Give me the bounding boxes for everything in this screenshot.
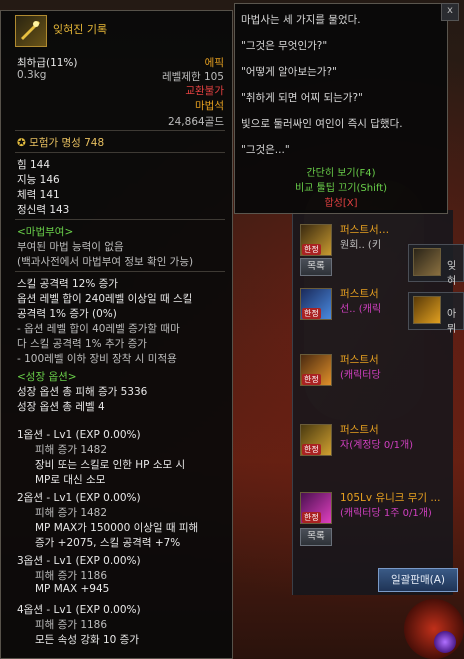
enchant-line: (백과사전에서 마법부여 정보 확인 가능) [17,256,194,268]
option-head: 1옵션 - Lv1 (EXP 0.00%) [17,429,141,441]
skill-line: 옵션 레벨 합이 240레벨 이상일 때 스킬 [17,293,193,305]
flavor-line: "그것은 무엇인가?" [241,40,328,52]
side-item-label: 아뮈 [447,309,457,335]
growth-header: <성장 옵션> [17,371,77,383]
flavor-line: 빛으로 둘러싸인 여인이 즉시 답했다. [241,118,403,130]
list-item-sub: (캐릭터당 1주 0/1개) [340,508,432,519]
enchant-header: <마법부여> [17,226,74,238]
stat-line: 정신력 143 [17,204,70,216]
option-head: 3옵션 - Lv1 (EXP 0.00%) [17,555,141,567]
fame-icon: ✪ [17,137,26,149]
list-item-sub: 선.. (캐릭 [340,304,382,315]
compare-tooltip-option[interactable]: 비교 툴팁 끄기(Shift) [235,179,447,194]
option-head: 2옵션 - Lv1 (EXP 0.00%) [17,492,141,504]
simple-view-option[interactable]: 간단히 보기(F4) [235,164,447,179]
stat-line: 지능 146 [17,174,60,186]
scene-red-glow [404,599,464,659]
option-line: MP MAX가 150000 이상일 때 피해 [35,522,199,534]
growth-line: 성장 옵션 총 레벨 4 [17,401,105,413]
item-weight: 0.3kg [17,69,47,81]
option-line: 증가 +2075, 스킬 공격력 +7% [35,537,181,549]
item-tooltip: 잊혀진 기록 최하급(11%) 에픽 0.3kg 레벨제한 105 교환불가 마… [0,10,233,659]
item-rarity: 에픽 [204,57,224,69]
option-line: MP로 대신 소모 [35,474,106,486]
scene-gem-icon [434,631,456,653]
list-item[interactable]: 한정 퍼스트서 자(계정당 0/1개) [296,418,456,482]
option-line: 피해 증가 1482 [35,444,108,456]
option-line: 피해 증가 1186 [35,570,108,582]
skill-line: 공격력 1% 증가 (0%) [17,308,117,320]
item-title: 잊혀진 기록 [53,23,108,36]
limited-badge: 한정 [302,308,321,319]
list-item-name: 퍼스트서 [340,354,379,366]
option-line: 장비 또는 스킬로 인한 HP 소모 시 [35,459,186,471]
item-price: 24,864골드 [167,116,224,128]
flavor-tooltip: 마법사는 세 가지를 물었다. "그것은 무엇인가?" "어떻게 알아보는가?"… [234,3,448,214]
option-head: 4옵션 - Lv1 (EXP 0.00%) [17,604,141,616]
growth-line: 성장 옵션 총 피해 증가 5336 [17,386,148,398]
item-grade: 최하급(11%) [17,57,78,69]
flavor-line: 마법사는 세 가지를 물었다. [241,14,361,26]
item-book-icon [413,296,441,324]
limited-badge: 한정 [302,374,321,385]
list-item-name: 퍼스트서 [340,288,379,300]
item-type: 마법석 [195,100,224,112]
divider [15,271,225,272]
stat-line: 힘 144 [17,159,51,171]
flavor-line: "그것은..." [241,144,290,156]
limited-badge: 한정 [302,444,321,455]
option-line: MP MAX +945 [35,583,110,595]
skill-line: 스킬 공격력 12% 증가 [17,278,118,290]
side-item-slot[interactable]: 잊혀 [408,244,464,287]
divider [15,130,225,131]
skill-line: 다 스킬 공격력 1% 추가 증가 [17,338,147,350]
list-item-sub: (캐릭터당 [340,370,381,381]
option-line: 피해 증가 1482 [35,507,108,519]
limited-badge: 한정 [302,244,321,255]
limited-badge: 한정 [302,512,321,523]
merge-option[interactable]: 합성[X] [235,194,447,209]
bulk-sell-button[interactable]: 일괄판매(A) [378,568,458,592]
flavor-line: "어떻게 알아보는가?" [241,66,337,78]
enchant-line: 부여된 마법 능력이 없음 [17,241,124,253]
list-item-sub: 자(계정당 0/1개) [340,440,414,451]
stat-line: 체력 141 [17,189,60,201]
fame-row: ✪ 모험가 명성 748 [17,135,104,150]
item-trade-status: 교환불가 [185,85,224,97]
flavor-line: "취하게 되면 어찌 되는가?" [241,92,363,104]
side-item-label: 잊혀 [447,261,457,287]
option-line: 모든 속성 강화 10 증가 [35,634,139,646]
skill-line: - 옵션 레벨 합이 40레벨 증가할 때마 [17,323,180,335]
side-item-slot[interactable]: 아뮈 [408,292,464,335]
list-item-name: 퍼스트서… [340,224,390,236]
list-item[interactable]: 한정 퍼스트서 (캐릭터당 [296,348,456,412]
list-item-name: 퍼스트서 [340,424,379,436]
divider [15,219,225,220]
list-item[interactable]: 한정 105Lv 유니크 무기 ... (캐릭터당 1주 0/1개) 목록 [296,486,456,550]
fame-text: 모험가 명성 748 [29,137,105,149]
list-item-name: 105Lv 유니크 무기 ... [340,492,441,504]
close-button[interactable]: x [441,3,459,21]
list-item-sub: 원회.. (키 [340,240,382,251]
item-scroll-icon [15,15,47,47]
item-level-limit: 레벨제한 105 [161,71,224,83]
list-button[interactable]: 목록 [300,258,332,276]
skill-line: - 100레벨 이하 장비 장착 시 미적용 [17,353,177,365]
list-button[interactable]: 목록 [300,528,332,546]
option-line: 피해 증가 1186 [35,619,108,631]
item-pot-icon [413,248,441,276]
divider [15,152,225,153]
